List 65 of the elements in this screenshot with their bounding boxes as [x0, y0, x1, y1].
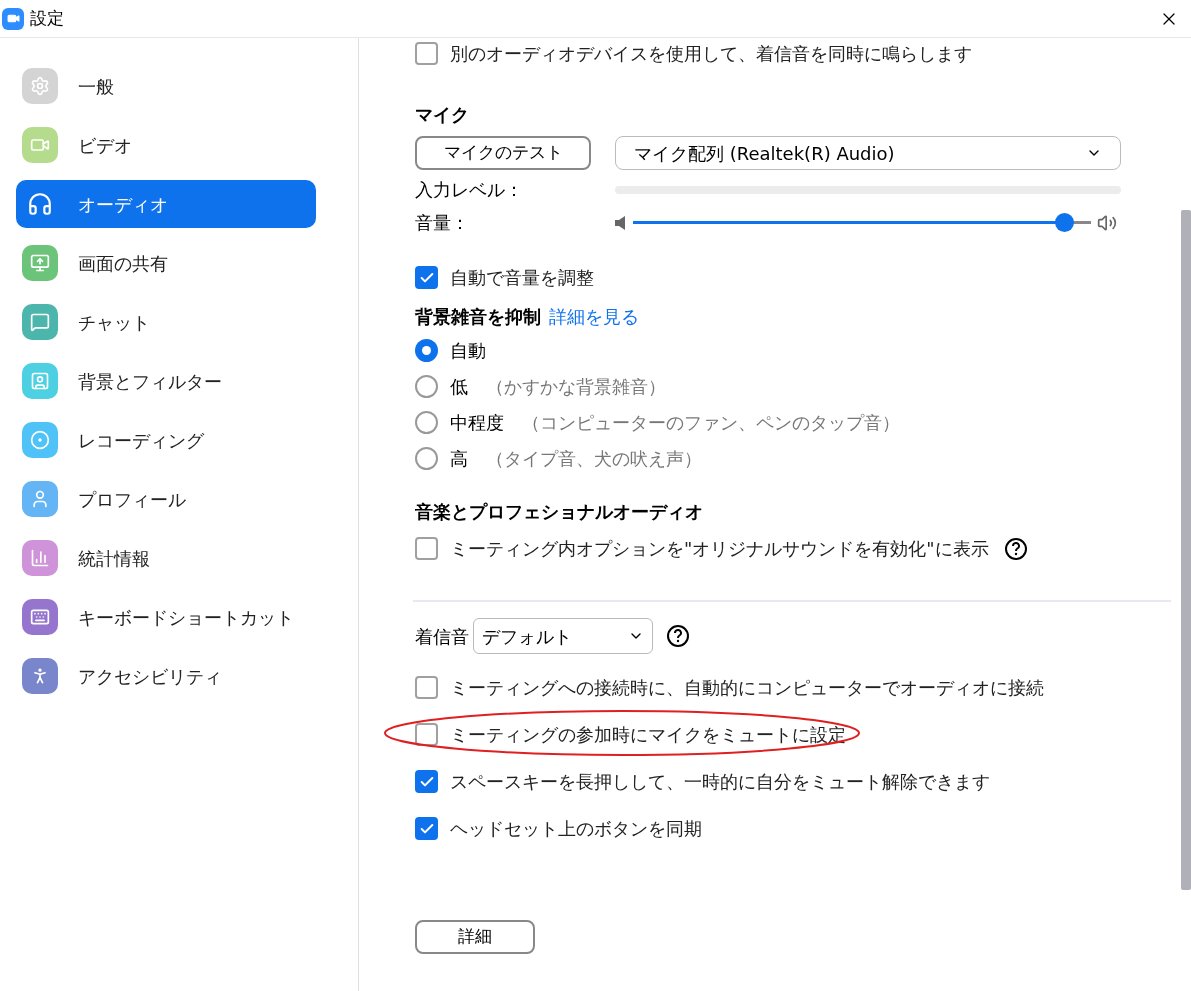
radio-note: （かすかな背景雑音）: [486, 374, 666, 399]
sidebar-item[interactable]: キーボードショートカット: [16, 593, 316, 641]
section-heading: 背景雑音を抑制: [415, 305, 541, 329]
section-heading: マイク: [415, 103, 470, 127]
accessibility-icon: [22, 658, 58, 694]
slider-thumb[interactable]: [1054, 213, 1074, 232]
sidebar-item[interactable]: 統計情報: [16, 534, 316, 582]
volume-slider[interactable]: [633, 213, 1091, 232]
radio-label: 高: [450, 446, 468, 471]
bar-chart-icon: [22, 540, 58, 576]
checkbox-label: スペースキーを長押しして、一時的に自分をミュート解除できます: [450, 770, 990, 794]
sidebar-item[interactable]: ビデオ: [16, 121, 316, 169]
checkbox-label: ヘッドセット上のボタンを同期: [450, 817, 702, 841]
gear-icon: [22, 68, 58, 104]
radio-button[interactable]: [415, 446, 438, 470]
sidebar-item[interactable]: チャット: [16, 298, 316, 346]
checkbox[interactable]: [415, 537, 438, 560]
checkbox-label: 別のオーディオデバイスを使用して、着信音を同時に鳴らします: [450, 42, 972, 66]
test-mic-button[interactable]: マイクのテスト: [415, 136, 591, 170]
ringtone-label: 着信音: [415, 624, 469, 649]
sidebar-item[interactable]: 一般: [16, 62, 316, 110]
sidebar-item[interactable]: レコーディング: [16, 416, 316, 464]
sidebar-item[interactable]: オーディオ: [16, 180, 316, 228]
record-icon: [22, 422, 58, 458]
checkbox[interactable]: [415, 676, 438, 699]
camera-icon: [22, 127, 58, 163]
radio-button[interactable]: [415, 338, 438, 362]
radio-label: 中程度: [450, 410, 504, 435]
radio-label: 低: [450, 374, 468, 399]
sidebar-item[interactable]: プロフィール: [16, 475, 316, 523]
radio-button[interactable]: [415, 374, 438, 398]
window-title: 設定: [30, 6, 64, 30]
checkbox[interactable]: [415, 42, 438, 65]
volume-label: 音量：: [415, 211, 470, 235]
mic-dropdown[interactable]: マイク配列 (Realtek(R) Audio): [615, 136, 1121, 170]
advanced-button[interactable]: 詳細: [415, 920, 535, 954]
radio-note: （タイプ音、犬の吠え声）: [486, 446, 702, 471]
help-icon[interactable]: [667, 625, 689, 647]
chat-bubble-icon: [22, 304, 58, 340]
checkbox-label: 自動で音量を調整: [450, 266, 594, 290]
speaker-high-icon: [1097, 212, 1117, 233]
checkbox[interactable]: [415, 266, 438, 289]
portrait-icon: [22, 363, 58, 399]
sidebar-item[interactable]: 画面の共有: [16, 239, 316, 287]
input-level-label: 入力レベル：: [415, 178, 524, 202]
checkbox-label: ミーティング内オプションを"オリジナルサウンドを有効化"に表示: [450, 537, 989, 561]
checkbox-label: ミーティングの参加時にマイクをミュートに設定: [450, 723, 846, 747]
checkbox-label: ミーティングへの接続時に、自動的にコンピューターでオーディオに接続: [450, 676, 1044, 700]
checkbox[interactable]: [415, 723, 438, 746]
details-link[interactable]: 詳細を見る: [549, 303, 639, 330]
help-icon[interactable]: [1004, 537, 1027, 560]
person-icon: [22, 481, 58, 517]
share-screen-icon: [22, 245, 58, 281]
sidebar-item[interactable]: アクセシビリティ: [16, 652, 316, 700]
section-heading: 音楽とプロフェショナルオーディオ: [415, 500, 704, 524]
radio-button[interactable]: [415, 410, 438, 434]
radio-note: （コンピューターのファン、ペンのタップ音）: [522, 410, 900, 435]
checkbox[interactable]: [415, 770, 438, 793]
ringtone-dropdown[interactable]: デフォルト: [473, 618, 653, 654]
checkbox[interactable]: [415, 817, 438, 840]
speaker-low-icon: [615, 215, 625, 230]
keyboard-icon: [22, 599, 58, 635]
radio-label: 自動: [450, 338, 486, 363]
scrollbar[interactable]: [1181, 210, 1191, 890]
sidebar-item[interactable]: 背景とフィルター: [16, 357, 316, 405]
